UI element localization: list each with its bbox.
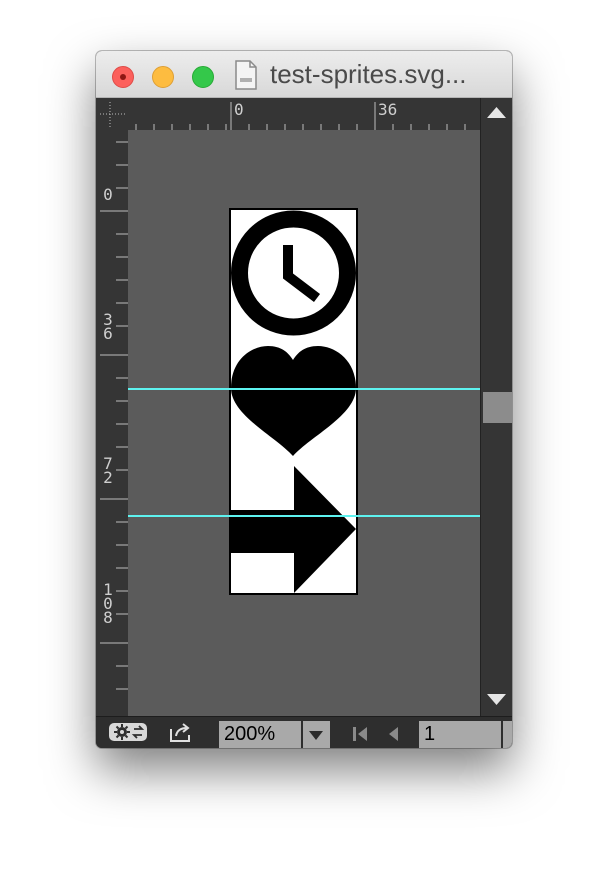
clock-icon bbox=[231, 210, 356, 336]
ruler-label-top-36: 36 bbox=[378, 100, 398, 119]
page-field-edge bbox=[503, 721, 512, 748]
page-number-field[interactable]: 1 bbox=[419, 721, 501, 748]
ruler-origin-marker bbox=[100, 102, 126, 128]
title-bar[interactable]: test-sprites.svg... bbox=[96, 51, 512, 98]
horizontal-ruler[interactable]: 0 36 bbox=[128, 98, 480, 130]
app-window: test-sprites.svg... 0 36 0 3 6 7 2 1 0 8… bbox=[96, 51, 512, 748]
vertical-ruler[interactable]: 0 3 6 7 2 1 0 8 bbox=[96, 130, 128, 716]
minimize-button[interactable] bbox=[152, 66, 174, 88]
export-share-icon[interactable] bbox=[168, 721, 194, 743]
ruler-origin[interactable] bbox=[96, 98, 128, 130]
horizontal-ruler-ticks bbox=[135, 102, 466, 130]
horizontal-guide-72[interactable] bbox=[128, 515, 480, 517]
vertical-ruler-ticks bbox=[100, 141, 128, 690]
settings-gear-icon[interactable] bbox=[108, 721, 148, 743]
vertical-scrollbar[interactable] bbox=[480, 98, 512, 716]
document-icon bbox=[235, 60, 257, 90]
ruler-label-left-0: 0 bbox=[103, 185, 113, 204]
ruler-label-left-36: 3 6 bbox=[103, 310, 113, 343]
scroll-up-arrow-icon[interactable] bbox=[481, 98, 512, 128]
status-bar: 200% 1 bbox=[96, 716, 512, 748]
sprite-sheet[interactable] bbox=[229, 208, 358, 595]
ruler-label-top-0: 0 bbox=[234, 100, 244, 119]
chevron-down-icon bbox=[309, 731, 323, 740]
artboard-canvas[interactable] bbox=[128, 130, 480, 716]
scroll-down-arrow-icon[interactable] bbox=[481, 684, 512, 714]
zoom-level-field[interactable]: 200% bbox=[219, 721, 301, 748]
zoom-dropdown-button[interactable] bbox=[303, 721, 330, 748]
arrow-right-icon bbox=[231, 466, 356, 593]
ruler-label-left-108: 1 0 8 bbox=[103, 580, 113, 627]
heart-icon bbox=[231, 346, 356, 456]
zoom-button[interactable] bbox=[192, 66, 214, 88]
scrollbar-thumb[interactable] bbox=[483, 392, 512, 423]
window-title: test-sprites.svg... bbox=[270, 59, 467, 89]
ruler-label-left-72: 7 2 bbox=[103, 454, 113, 487]
previous-page-icon[interactable] bbox=[385, 725, 401, 743]
horizontal-guide-36[interactable] bbox=[128, 388, 480, 390]
sprite-artwork bbox=[231, 210, 356, 593]
close-button[interactable] bbox=[112, 66, 134, 88]
first-page-icon[interactable] bbox=[350, 725, 370, 743]
